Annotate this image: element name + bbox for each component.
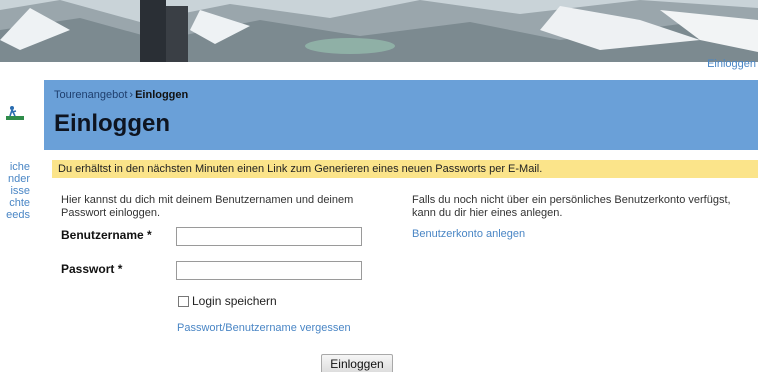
- login-button[interactable]: Einloggen: [321, 354, 393, 372]
- sidebar-item-fragment[interactable]: iche: [0, 161, 30, 173]
- breadcrumb-link-tourenangebot[interactable]: Tourenangebot: [54, 89, 127, 101]
- page-title: Einloggen: [54, 110, 170, 137]
- create-account-link[interactable]: Benutzerkonto anlegen: [412, 228, 525, 240]
- password-field[interactable]: [176, 261, 362, 280]
- hiker-logo-icon[interactable]: [6, 104, 24, 122]
- remember-login-label[interactable]: Login speichern: [192, 294, 277, 308]
- header-banner-image: [0, 0, 758, 62]
- breadcrumb: Tourenangebot › Einloggen: [54, 89, 188, 101]
- page-header: Tourenangebot › Einloggen Einloggen: [44, 80, 758, 150]
- breadcrumb-current: Einloggen: [135, 89, 189, 101]
- breadcrumb-separator: ›: [129, 89, 134, 101]
- remember-login-checkbox[interactable]: [178, 295, 189, 307]
- sidebar-item-fragment[interactable]: eeds: [0, 209, 30, 221]
- register-info-text: Falls du noch nicht über ein persönliche…: [412, 194, 731, 219]
- sidebar-item-fragment[interactable]: isse: [0, 185, 30, 197]
- forgot-credentials-link[interactable]: Passwort/Benutzername vergessen: [177, 322, 351, 334]
- status-notice: Du erhältst in den nächsten Minuten eine…: [52, 160, 758, 178]
- sidebar-item-fragment[interactable]: nder: [0, 173, 30, 185]
- username-field[interactable]: [176, 227, 362, 246]
- remember-login-option[interactable]: Login speichern: [178, 294, 277, 308]
- sidebar-fragments: iche nder isse chte eeds: [0, 161, 30, 221]
- login-intro-text: Hier kannst du dich mit deinem Benutzern…: [61, 194, 354, 219]
- top-login-link[interactable]: Einloggen: [707, 58, 756, 70]
- mountain-photo: [0, 0, 758, 62]
- username-label: Benutzername *: [61, 228, 152, 242]
- sidebar-item-fragment[interactable]: chte: [0, 197, 30, 209]
- password-label: Passwort *: [61, 262, 123, 276]
